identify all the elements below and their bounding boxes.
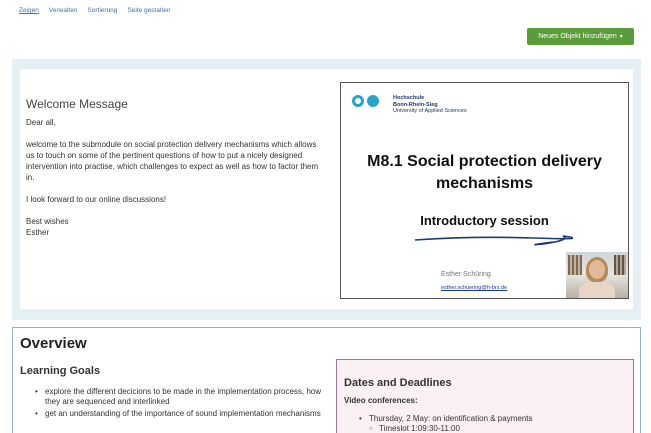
welcome-greeting: Dear all, [26,118,56,127]
webcam-overlay [566,252,628,298]
video-slide-thumbnail[interactable]: Hochschule Bonn-Rhein-Sieg University of… [340,82,629,299]
add-object-button[interactable]: Neues Objekt hinzufügen ▾ [527,28,634,45]
logo-line-3: University of Applied Sciences [393,108,467,114]
tab-zeigen[interactable]: Zeigen [19,7,39,14]
welcome-title: Welcome Message [26,97,128,111]
welcome-closing: I look forward to our online discussions… [26,195,167,204]
tab-seite-gestalten[interactable]: Seite gestalten [127,7,170,14]
logo-dot-icon [367,95,379,107]
timeslot-item: Timeslot 1:09:30-11:00 [359,424,619,433]
tab-sortierung[interactable]: Sortierung [87,7,117,14]
dates-list: Thursday, 2 May: on identification & pay… [359,414,619,433]
dates-title: Dates and Deadlines [344,377,452,389]
slide-title: M8.1 Social protection delivery mechanis… [341,151,628,195]
learning-goals-list: explore the different decicions to be ma… [35,387,325,421]
learning-goal-item: get an understanding of the importance o… [35,409,325,419]
learning-goal-item: explore the different decicions to be ma… [35,387,325,407]
welcome-text: Dear all, welcome to the submodule on so… [26,117,326,238]
slide-title-line-1: M8.1 Social protection delivery [367,153,602,170]
presenter-name: Esther Schüring [441,271,491,278]
overview-title: Overview [20,335,87,352]
bookshelf-right [614,255,626,275]
caret-down-icon: ▾ [619,34,623,40]
add-object-label: Neues Objekt hinzufügen [538,33,617,40]
dates-deadlines-panel: Dates and Deadlines Video conferences: T… [336,359,634,433]
logo-ring-icon [352,95,364,107]
overview-block: Overview Learning Goals explore the diff… [12,327,641,433]
presenter-body [579,282,615,298]
presenter-email: esther.schuering@h-brs.de [441,285,508,291]
view-tabs: Zeigen Verwalten Sortierung Seite gestal… [19,7,180,14]
learning-goals-title: Learning Goals [20,365,101,377]
welcome-block: Welcome Message Dear all, welcome to the… [12,59,641,320]
date-item: Thursday, 2 May: on identification & pay… [359,414,619,424]
university-name: Hochschule Bonn-Rhein-Sieg University of… [393,95,467,115]
welcome-signoff: Best wishes [26,217,69,226]
welcome-panel: Welcome Message Dear all, welcome to the… [20,69,633,309]
welcome-paragraph: welcome to the submodule on social prote… [26,140,319,182]
slide-title-line-2: mechanisms [436,175,533,192]
bookshelf-left [568,255,582,275]
university-logo [352,95,379,107]
presenter-face [589,260,605,279]
underline-scribble [414,235,573,246]
tab-verwalten[interactable]: Verwalten [49,7,78,14]
welcome-name: Esther [26,228,50,237]
video-conferences-label: Video conferences: [344,396,418,405]
